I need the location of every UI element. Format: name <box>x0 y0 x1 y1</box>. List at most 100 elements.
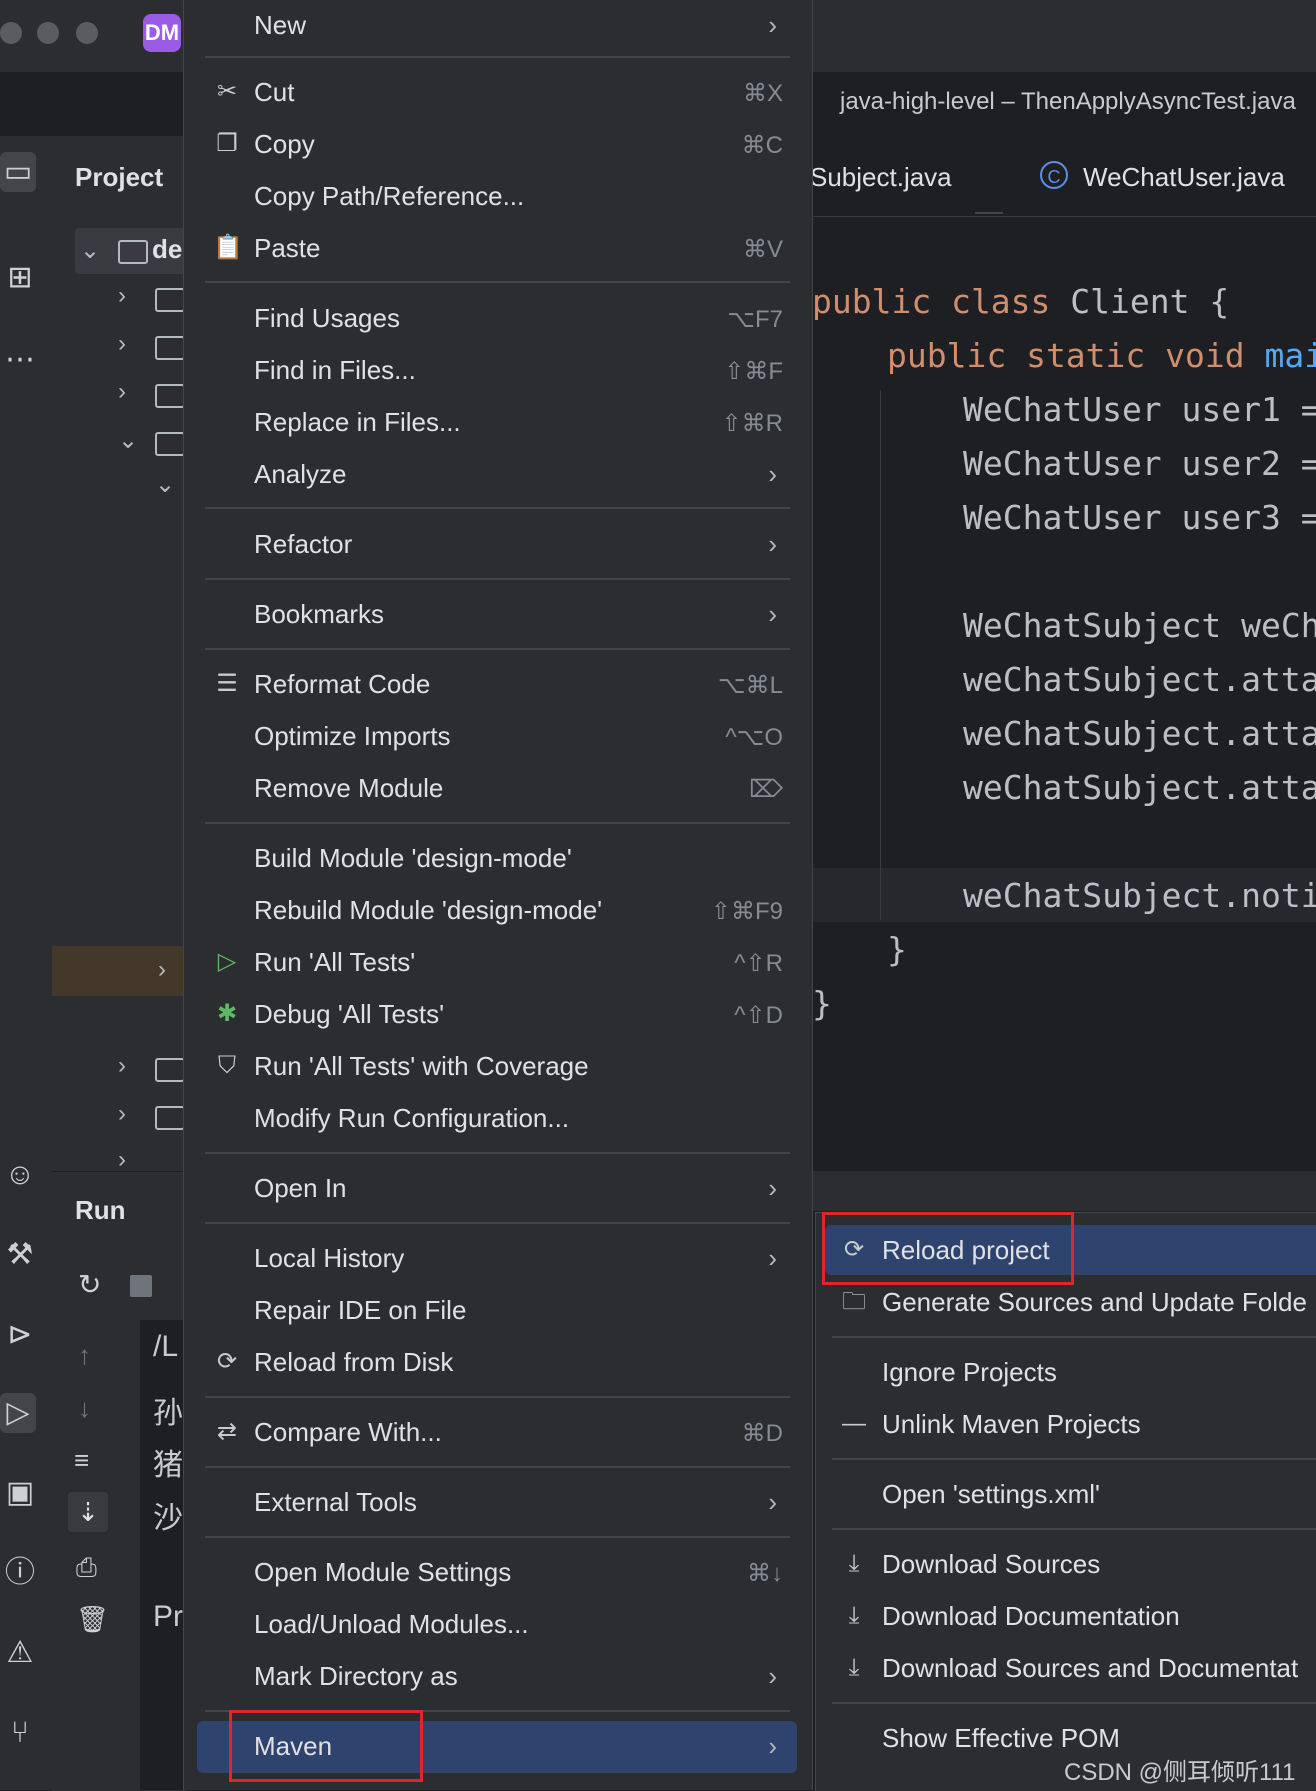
chevron-right-icon: › <box>768 1661 777 1691</box>
window-close-button[interactable] <box>0 22 22 44</box>
menu-item-replace-in-files[interactable]: Replace in Files... ⇧⌘R <box>183 397 811 449</box>
menu-item-analyze[interactable]: Analyze › <box>183 449 811 501</box>
menu-item-label: Remove Module <box>254 773 444 803</box>
submenu-item-ignore-projects[interactable]: Ignore Projects <box>815 1347 1316 1399</box>
print-icon[interactable]: ⎙ <box>76 1552 97 1584</box>
menu-item-label: Run 'All Tests' <box>254 947 416 977</box>
soft-wrap-icon[interactable]: ≡ <box>74 1445 89 1476</box>
menu-item-run-all-tests[interactable]: ▷ Run 'All Tests' ^⇧R <box>183 937 811 989</box>
plugins-tool-icon[interactable]: ☺ <box>0 1155 40 1195</box>
menu-item-label: Replace in Files... <box>254 407 461 437</box>
menu-item-remove-module[interactable]: Remove Module ⌦ <box>183 763 811 815</box>
arrow-down-icon[interactable]: ↓ <box>78 1393 91 1424</box>
submenu-item-generate-sources[interactable]: 🗀 Generate Sources and Update Folde <box>815 1277 1316 1329</box>
menu-item-cut[interactable]: ✂ Cut ⌘X <box>183 67 811 119</box>
menu-item-mark-directory[interactable]: Mark Directory as › <box>183 1651 811 1703</box>
window-zoom-button[interactable] <box>76 22 98 44</box>
chevron-right-icon: › <box>768 10 777 40</box>
chevron-right-icon: › <box>768 529 777 559</box>
chevron-down-icon[interactable]: ⌄ <box>118 426 140 455</box>
menu-item-label: Bookmarks <box>254 599 385 629</box>
chevron-right-icon[interactable]: › <box>118 1052 140 1080</box>
services-tool-icon[interactable]: ⊳ <box>0 1315 40 1355</box>
submenu-item-label: Download Documentation <box>882 1601 1180 1631</box>
editor-bottom-strip <box>812 1171 1316 1211</box>
chevron-right-icon[interactable]: › <box>118 330 140 358</box>
menu-item-new[interactable]: New › <box>183 0 811 52</box>
menu-item-build-module[interactable]: Build Module 'design-mode' <box>183 833 811 885</box>
rerun-icon[interactable]: ↻ <box>78 1268 101 1301</box>
menu-item-repair-ide[interactable]: Repair IDE on File <box>183 1285 811 1337</box>
menu-item-local-history[interactable]: Local History › <box>183 1233 811 1285</box>
problems-tool-icon[interactable]: ⓘ <box>0 1553 40 1593</box>
tab-subject-java[interactable]: Subject.java <box>810 162 952 193</box>
menu-item-copy-path[interactable]: Copy Path/Reference... <box>183 171 811 223</box>
run-tool-icon[interactable]: ▷ <box>0 1393 36 1433</box>
submenu-item-download-sources[interactable]: ⤓ Download Sources <box>815 1539 1316 1591</box>
menu-item-label: Rebuild Module 'design-mode' <box>254 895 603 925</box>
structure-tool-icon[interactable]: ⊞ <box>0 258 40 298</box>
menu-item-open-module-settings[interactable]: Open Module Settings ⌘↓ <box>183 1547 811 1599</box>
menu-item-modify-run-config[interactable]: Modify Run Configuration... <box>183 1093 811 1145</box>
terminal-tool-icon[interactable]: ▣ <box>0 1473 40 1513</box>
git-tool-icon[interactable]: ⑂ <box>0 1713 40 1753</box>
submenu-item-unlink-maven[interactable]: — Unlink Maven Projects <box>815 1399 1316 1451</box>
folder-icon <box>155 1106 185 1130</box>
menu-item-label: Reload from Disk <box>254 1347 454 1377</box>
menu-separator <box>832 1702 1316 1704</box>
menu-item-bookmarks[interactable]: Bookmarks › <box>183 589 811 641</box>
menu-item-paste[interactable]: 📋 Paste ⌘V <box>183 223 811 275</box>
menu-item-reload-from-disk[interactable]: ⟳ Reload from Disk <box>183 1337 811 1389</box>
menu-item-copy[interactable]: ❐ Copy ⌘C <box>183 119 811 171</box>
menu-item-find-usages[interactable]: Find Usages ⌥F7 <box>183 293 811 345</box>
menu-item-external-tools[interactable]: External Tools › <box>183 1477 811 1529</box>
chevron-right-icon[interactable]: › <box>118 378 140 406</box>
tree-root-label[interactable]: de <box>152 234 182 265</box>
menu-item-label: Analyze <box>254 459 347 489</box>
chevron-right-icon[interactable]: › <box>118 282 140 310</box>
scroll-to-end-icon[interactable]: ⇣ <box>68 1492 108 1532</box>
more-tools-icon[interactable]: ⋯ <box>0 340 40 380</box>
build-tool-icon[interactable]: ⚒ <box>0 1235 40 1275</box>
shortcut-label: ⌥⌘L <box>717 672 783 699</box>
arrow-up-icon[interactable]: ↑ <box>78 1340 91 1371</box>
menu-item-debug-all-tests[interactable]: ✱ Debug 'All Tests' ^⇧D <box>183 989 811 1041</box>
chevron-down-icon[interactable]: ⌄ <box>80 236 102 265</box>
project-badge[interactable]: DM <box>143 14 181 52</box>
chevron-right-icon[interactable]: › <box>118 1100 140 1128</box>
menu-item-run-coverage[interactable]: ⛉ Run 'All Tests' with Coverage <box>183 1041 811 1093</box>
project-panel-title[interactable]: Project <box>75 162 163 193</box>
menu-item-refactor[interactable]: Refactor › <box>183 519 811 571</box>
menu-item-load-unload-modules[interactable]: Load/Unload Modules... <box>183 1599 811 1651</box>
chevron-right-icon[interactable]: › <box>118 1146 140 1174</box>
code-line-1: public class Client { <box>812 282 1229 321</box>
run-panel-title[interactable]: Run <box>75 1195 126 1226</box>
menu-item-rebuild-module[interactable]: Rebuild Module 'design-mode' ⇧⌘F9 <box>183 885 811 937</box>
trash-icon[interactable]: 🗑 <box>76 1604 109 1635</box>
project-tool-icon[interactable]: ▭ <box>0 152 36 192</box>
submenu-item-open-settings-xml[interactable]: Open 'settings.xml' <box>815 1469 1316 1521</box>
code-line-10: weChatSubject.noti <box>963 876 1316 915</box>
scissors-icon: ✂ <box>216 78 238 105</box>
chevron-down-icon[interactable]: ⌄ <box>155 470 177 499</box>
menu-item-reformat-code[interactable]: ☰ Reformat Code ⌥⌘L <box>183 659 811 711</box>
download-icon: ⤓ <box>848 1654 860 1681</box>
window-minimize-button[interactable] <box>37 22 59 44</box>
stop-icon[interactable] <box>130 1275 152 1297</box>
chevron-right-icon: › <box>768 1487 777 1517</box>
menu-item-label: Cut <box>254 77 295 107</box>
warnings-tool-icon[interactable]: ⚠ <box>0 1633 40 1673</box>
menu-item-optimize-imports[interactable]: Optimize Imports ^⌥O <box>183 711 811 763</box>
submenu-item-download-docs[interactable]: ⤓ Download Documentation <box>815 1591 1316 1643</box>
menu-item-open-in[interactable]: Open In › <box>183 1163 811 1215</box>
menu-item-label: Open In <box>254 1173 347 1203</box>
chevron-right-icon: › <box>768 599 777 629</box>
menu-item-find-in-files[interactable]: Find in Files... ⇧⌘F <box>183 345 811 397</box>
tab-wechatuser-java[interactable]: WeChatUser.java <box>1083 162 1285 193</box>
submenu-item-download-both[interactable]: ⤓ Download Sources and Documentat <box>815 1643 1316 1695</box>
menu-item-label: Run 'All Tests' with Coverage <box>254 1051 589 1081</box>
code-line-4: WeChatUser user2 = <box>963 444 1316 483</box>
chevron-right-icon[interactable]: › <box>158 956 180 984</box>
menu-item-label: Optimize Imports <box>254 721 451 751</box>
menu-item-compare-with[interactable]: ⇄ Compare With... ⌘D <box>183 1407 811 1459</box>
